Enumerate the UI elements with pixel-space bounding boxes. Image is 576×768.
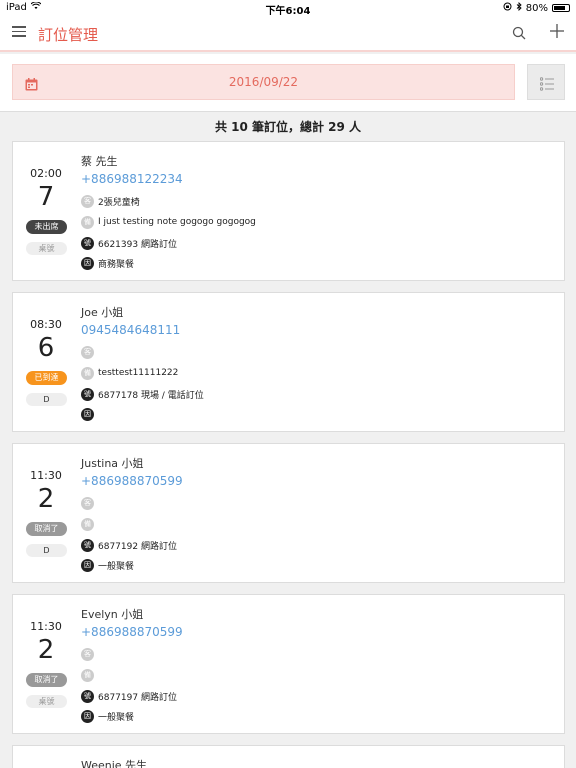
guest-note-row: 客 xyxy=(81,647,98,661)
reason-badge-icon: 因 xyxy=(81,558,94,572)
phone-link[interactable]: 0945484648111 xyxy=(81,323,180,337)
reason-row: 因 一般聚餐 xyxy=(81,558,134,572)
guest-note-row: 客 2張兒童椅 xyxy=(81,194,140,208)
booking-number: 6877192 網路訂位 xyxy=(98,541,177,552)
note-row: 備 xyxy=(81,517,98,531)
number-row: 號 6877192 網路訂位 xyxy=(81,538,177,552)
number-row: 號 6877197 網路訂位 xyxy=(81,689,177,703)
number-row: 號 6877178 現場 / 電話訂位 xyxy=(81,387,204,401)
search-icon[interactable] xyxy=(512,25,528,41)
booking-summary: 共 10 筆訂位，總計 29 人 xyxy=(214,120,362,134)
table-badge[interactable]: 桌號 xyxy=(26,695,67,708)
bluetooth-icon xyxy=(516,1,522,14)
guest-name: Weenie 先生 xyxy=(81,759,148,768)
date-toolbar: 2016/09/22 xyxy=(0,54,576,112)
selected-date: 2016/09/22 xyxy=(228,75,299,89)
note-badge-icon: 備 xyxy=(81,517,94,531)
number-badge-icon: 號 xyxy=(81,236,94,250)
guest-name: Evelyn 小姐 xyxy=(81,608,144,621)
booking-number: 6621393 網路訂位 xyxy=(98,239,177,250)
page-title: 訂位管理 xyxy=(38,26,99,44)
add-booking-button[interactable] xyxy=(548,23,566,41)
clock: 下午6:04 xyxy=(265,6,311,17)
booking-time: 11:30 xyxy=(30,620,62,633)
reason-text: 商務聚餐 xyxy=(98,259,135,270)
guest-name: Justina 小姐 xyxy=(81,457,144,470)
party-size: 2 xyxy=(37,635,55,665)
note-row: 備 xyxy=(81,668,98,682)
party-size: 6 xyxy=(37,333,55,363)
guest-name: Joe 小姐 xyxy=(81,306,124,319)
booking-card[interactable]: 08:30 6 已到達 D Joe 小姐 0945484648111 客 備 t… xyxy=(12,292,565,432)
booking-card[interactable]: 02:00 7 未出席 桌號 蔡 先生 +886988122234 客 2張兒童… xyxy=(12,141,565,281)
reason-badge-icon: 因 xyxy=(81,407,94,421)
guest-badge-icon: 客 xyxy=(81,194,94,208)
status-bar: iPad 下午6:04 80% xyxy=(0,0,576,17)
note-badge-icon: 備 xyxy=(81,668,94,682)
reason-row: 因 商務聚餐 xyxy=(81,256,134,270)
status-badge[interactable]: 取消了 xyxy=(26,673,67,687)
number-badge-icon: 號 xyxy=(81,538,94,552)
note-row: 備 testtest11111222 xyxy=(81,366,178,380)
status-badge[interactable]: 未出席 xyxy=(26,220,67,234)
note-row: 備 I just testing note gogogo gogogog xyxy=(81,215,256,229)
table-badge[interactable]: D xyxy=(26,393,67,406)
reason-text: 一般聚餐 xyxy=(98,712,135,723)
list-icon xyxy=(539,76,554,95)
party-size: 2 xyxy=(37,484,55,514)
number-badge-icon: 號 xyxy=(81,387,94,401)
guest-note-row: 客 xyxy=(81,345,98,359)
menu-icon[interactable] xyxy=(12,26,26,40)
number-row: 號 6621393 網路訂位 xyxy=(81,236,177,250)
reason-badge-icon: 因 xyxy=(81,256,94,270)
guest-badge-icon: 客 xyxy=(81,647,94,661)
guest-name: 蔡 先生 xyxy=(81,155,118,168)
number-badge-icon: 號 xyxy=(81,689,94,703)
booking-number: 6877197 網路訂位 xyxy=(98,692,177,703)
reason-row: 因 xyxy=(81,407,98,421)
reason-text: 一般聚餐 xyxy=(98,561,135,572)
booking-time: 08:30 xyxy=(30,318,62,331)
date-picker[interactable]: 2016/09/22 xyxy=(12,64,515,100)
reason-row: 因 一般聚餐 xyxy=(81,709,134,723)
note-badge-icon: 備 xyxy=(81,366,94,380)
booking-card[interactable]: Weenie 先生 xyxy=(12,745,565,768)
guest-note: 2張兒童椅 xyxy=(98,197,140,208)
reason-badge-icon: 因 xyxy=(81,709,94,723)
guest-badge-icon: 客 xyxy=(81,496,94,510)
booking-time: 11:30 xyxy=(30,469,62,482)
table-badge[interactable]: 桌號 xyxy=(26,242,67,255)
status-badge[interactable]: 已到達 xyxy=(26,371,67,385)
booking-number: 6877178 現場 / 電話訂位 xyxy=(98,390,204,401)
party-size: 7 xyxy=(37,182,55,212)
booking-card[interactable]: 11:30 2 取消了 D Justina 小姐 +886988870599 客… xyxy=(12,443,565,583)
status-badge[interactable]: 取消了 xyxy=(26,522,67,536)
phone-link[interactable]: +886988870599 xyxy=(81,474,183,488)
list-view-button[interactable] xyxy=(527,64,565,100)
guest-badge-icon: 客 xyxy=(81,345,94,359)
guest-note-row: 客 xyxy=(81,496,98,510)
nav-bar: 訂位管理 xyxy=(0,16,576,52)
note-text: testtest11111222 xyxy=(98,368,179,378)
booking-card[interactable]: 11:30 2 取消了 桌號 Evelyn 小姐 +886988870599 客… xyxy=(12,594,565,734)
phone-link[interactable]: +886988870599 xyxy=(81,625,183,639)
battery-percent: 80% xyxy=(525,2,548,14)
note-badge-icon: 備 xyxy=(81,215,94,229)
lock-rotation-icon xyxy=(503,2,512,14)
battery-icon xyxy=(552,4,570,12)
table-badge[interactable]: D xyxy=(26,544,67,557)
note-text: I just testing note gogogo gogogog xyxy=(98,217,256,227)
booking-time: 02:00 xyxy=(30,167,62,180)
phone-link[interactable]: +886988122234 xyxy=(81,172,183,186)
